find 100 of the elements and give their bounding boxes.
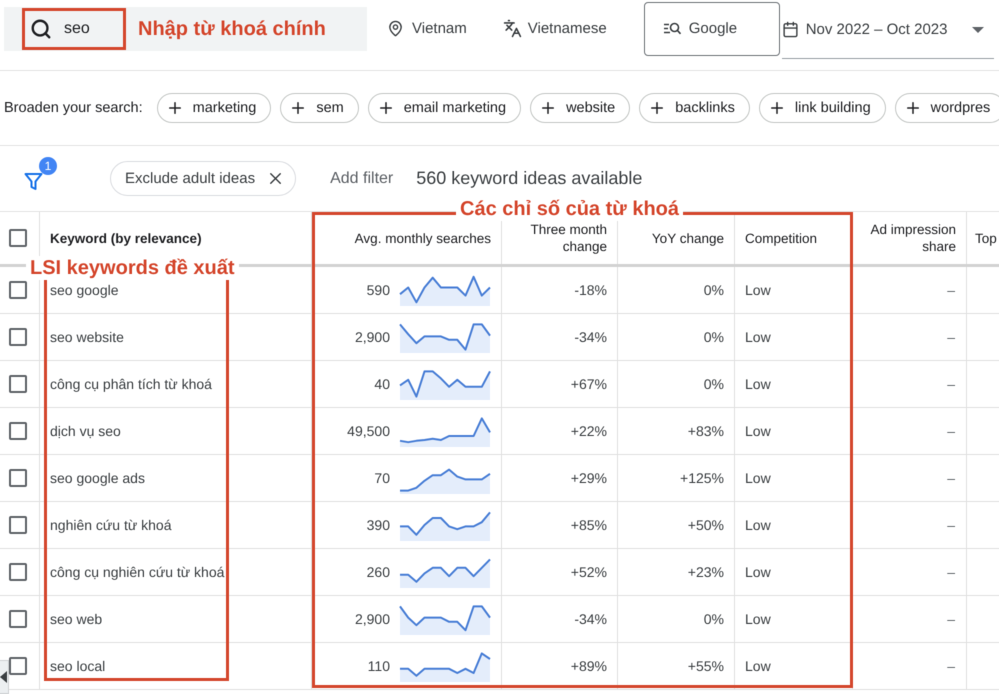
competition-level: Low	[745, 611, 771, 627]
annotation-label: Nhập từ khoá chính	[138, 16, 326, 40]
three-month-change: +67%	[570, 376, 607, 392]
ad-impression-share: –	[947, 329, 955, 345]
suggestion-chip[interactable]: link building	[758, 93, 886, 123]
yoy-change: +23%	[688, 564, 724, 580]
search-volume: 260	[366, 564, 390, 580]
search-volume: 590	[366, 282, 390, 298]
caret-left-icon	[0, 671, 7, 683]
yoy-change: 0%	[704, 611, 724, 627]
ad-impression-share: –	[947, 423, 955, 439]
suggestion-chip[interactable]: email marketing	[368, 93, 522, 123]
checkbox[interactable]	[9, 563, 27, 581]
yoy-change: +50%	[688, 517, 724, 533]
translate-icon	[502, 19, 522, 38]
yoy-change: +125%	[680, 470, 724, 486]
keyword-text: công cụ nghiên cứu từ khoá	[50, 564, 224, 580]
column-header[interactable]: Three month change	[512, 221, 607, 255]
keyword-text: seo local	[50, 658, 106, 674]
competition-level: Low	[745, 470, 771, 486]
yoy-change: +55%	[688, 658, 724, 674]
results-count: 560 keyword ideas available	[416, 168, 642, 189]
ad-impression-share: –	[947, 376, 955, 392]
broaden-label: Broaden your search:	[4, 100, 143, 116]
checkbox[interactable]	[9, 328, 27, 346]
competition-level: Low	[745, 376, 771, 392]
suggestion-chip[interactable]: marketing	[156, 93, 272, 123]
yoy-change: 0%	[704, 376, 724, 392]
column-header[interactable]: YoY change	[652, 230, 724, 246]
checkbox[interactable]	[9, 657, 27, 675]
competition-level: Low	[745, 658, 771, 674]
scroll-left-button[interactable]	[0, 660, 9, 694]
ad-impression-share: –	[947, 658, 955, 674]
keyword-text: nghiên cứu từ khoá	[50, 517, 172, 533]
search-value: seo	[64, 20, 90, 38]
column-header[interactable]: Keyword (by relevance)	[50, 230, 202, 246]
yoy-change: +83%	[688, 423, 724, 439]
three-month-change: -34%	[574, 329, 607, 345]
checkbox[interactable]	[9, 375, 27, 393]
ad-impression-share: –	[947, 282, 955, 298]
ad-impression-share: –	[947, 564, 955, 580]
search-volume: 110	[368, 658, 390, 674]
yoy-change: 0%	[704, 282, 724, 298]
three-month-change: +29%	[570, 470, 607, 486]
network-selector[interactable]: Google	[644, 2, 780, 56]
suggestion-chip[interactable]: sem	[280, 93, 359, 123]
competition-level: Low	[745, 423, 771, 439]
three-month-change: -34%	[574, 611, 607, 627]
keyword-text: dịch vụ seo	[50, 423, 121, 439]
search-volume: 2,900	[354, 329, 390, 345]
filter-count-badge: 1	[39, 157, 57, 175]
three-month-change: +52%	[570, 564, 607, 580]
location-pin-icon	[387, 20, 404, 37]
competition-level: Low	[745, 329, 771, 345]
three-month-change: -18%	[574, 282, 607, 298]
filter-chip[interactable]: Exclude adult ideas	[110, 161, 296, 196]
keyword-text: seo google	[50, 282, 119, 298]
keyword-text: seo web	[50, 611, 102, 627]
column-header[interactable]: Competition	[745, 230, 818, 246]
calendar-icon	[782, 21, 799, 38]
three-month-change: +89%	[570, 658, 607, 674]
checkbox[interactable]	[9, 422, 27, 440]
annotation-label: LSI keywords đề xuất	[26, 256, 239, 280]
yoy-change: 0%	[704, 329, 724, 345]
three-month-change: +22%	[570, 423, 607, 439]
search-volume: 2,900	[354, 611, 390, 627]
location-selector[interactable]: Vietnam	[387, 8, 467, 48]
filter-icon	[24, 172, 43, 191]
suggestion-chip[interactable]: backlinks	[639, 93, 750, 123]
date-range-dropdown[interactable]: Nov 2022 – Oct 2023	[782, 1, 994, 59]
search-icon	[30, 18, 52, 40]
search-volume: 40	[374, 376, 390, 392]
keyword-text: seo google ads	[50, 470, 145, 486]
caret-icon	[972, 26, 984, 32]
suggestion-chip[interactable]: wordpres	[894, 93, 999, 123]
checkbox[interactable]	[9, 469, 27, 487]
competition-level: Low	[745, 517, 771, 533]
ad-impression-share: –	[947, 517, 955, 533]
search-list-icon	[664, 22, 681, 35]
filter-button[interactable]: 1	[24, 157, 57, 191]
competition-level: Low	[745, 564, 771, 580]
column-header[interactable]: Ad impression share	[863, 221, 956, 255]
competition-level: Low	[745, 282, 771, 298]
checkbox[interactable]	[9, 516, 27, 534]
search-volume: 390	[366, 517, 390, 533]
keyword-text: seo website	[50, 329, 124, 345]
ad-impression-share: –	[947, 470, 955, 486]
language-selector[interactable]: Vietnamese	[502, 8, 607, 48]
checkbox[interactable]	[9, 610, 27, 628]
keyword-text: công cụ phân tích từ khoá	[50, 376, 212, 392]
column-header[interactable]: Avg. monthly searches	[354, 230, 491, 246]
column-header[interactable]: Top	[975, 230, 997, 246]
search-volume: 49,500	[347, 423, 390, 439]
three-month-change: +85%	[570, 517, 607, 533]
checkbox[interactable]	[9, 229, 27, 247]
add-filter-button[interactable]: Add filter	[330, 170, 394, 188]
annotation-label: Các chỉ số của từ khoá	[456, 197, 683, 221]
search-volume: 70	[374, 470, 390, 486]
checkbox[interactable]	[9, 281, 27, 299]
suggestion-chip[interactable]: website	[530, 93, 630, 123]
